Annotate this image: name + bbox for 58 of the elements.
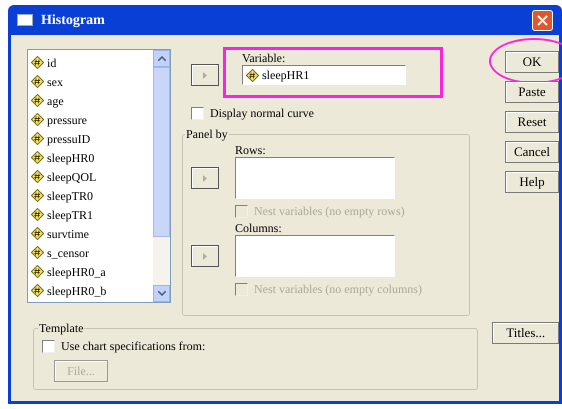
numeric-variable-icon [31,246,44,259]
input-field[interactable] [235,235,395,277]
window-icon [17,14,33,26]
dialog-button[interactable]: Reset [505,110,559,133]
right-arrow-icon [203,252,207,260]
variable-list-item[interactable]: sleepHR0_a [47,266,106,278]
scrollbar[interactable] [153,50,170,302]
numeric-variable-icon [31,75,44,88]
checkbox-label: Use chart specifications from: [61,338,206,355]
numeric-variable-icon [31,189,44,202]
variable-value: sleepHR1 [262,69,310,81]
field-label: Rows: [235,143,267,157]
right-arrow-icon [203,72,207,78]
variable-list-item[interactable]: sleepTR1 [47,208,93,220]
numeric-variable-icon [31,208,44,221]
numeric-variable-icon [31,113,44,126]
field-label: Columns: [235,221,283,235]
variable-list-item[interactable]: sleepHR0 [47,152,94,164]
checkbox[interactable] [191,106,204,120]
numeric-variable-icon [31,284,44,297]
variable-list-item[interactable]: sleepQOL [47,170,96,182]
numeric-variable-icon [31,151,44,164]
checkbox-label: Display normal curve [210,105,314,122]
move-arrow-button[interactable] [191,245,219,267]
dialog-button[interactable]: OK [505,50,559,73]
close-button[interactable] [532,10,553,30]
numeric-variable-icon [31,56,44,69]
numeric-variable-icon [31,94,44,107]
numeric-variable-icon [31,170,44,183]
variable-label: Variable: [242,51,286,65]
variable-list-item[interactable]: sleepHR0_b [47,284,106,296]
move-arrow-button[interactable] [191,64,219,86]
variable-list-item[interactable]: id [47,56,56,68]
right-arrow-icon [203,174,207,182]
scrollbar-thumb[interactable] [153,67,170,237]
variable-list-item[interactable]: s_censor [47,246,89,258]
titles-button[interactable]: Titles... [492,322,559,344]
numeric-variable-icon [246,68,259,82]
variable-list-item[interactable]: survtime [47,228,89,240]
close-icon [537,14,548,26]
variable-list-item[interactable]: pressure [47,114,87,126]
checkbox[interactable] [42,340,55,352]
dialog-button[interactable]: Help [505,170,559,193]
checkbox-label: Nest variables (no empty rows) [254,203,405,220]
numeric-variable-icon [31,132,44,145]
dialog-button[interactable]: Paste [505,80,559,103]
move-arrow-button[interactable] [191,167,219,189]
variable-list-item[interactable]: age [47,94,64,106]
variable-field[interactable]: sleepHR1 [242,65,406,85]
input-field[interactable] [235,157,395,199]
dialog-button[interactable]: Cancel [505,140,559,163]
window-title: Histogram [41,12,105,30]
variable-list-item[interactable]: sleepTR0 [47,190,93,202]
variable-list-item[interactable]: pressuID [47,132,90,144]
numeric-variable-icon [31,265,44,278]
variable-list-item[interactable]: sex [47,76,63,88]
checkbox-label: Nest variables (no empty columns) [254,281,422,298]
numeric-variable-icon [31,227,44,240]
